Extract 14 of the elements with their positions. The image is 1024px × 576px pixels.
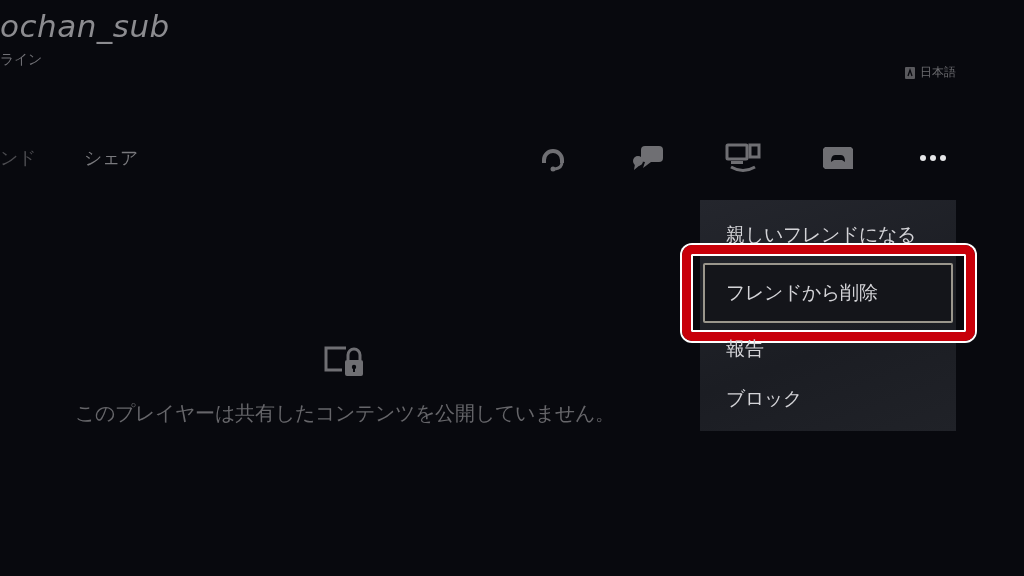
chat-bubbles-icon [631, 144, 665, 172]
gamepad-icon [822, 146, 854, 170]
online-status: ライン [0, 50, 43, 68]
language-label: 日本語 [920, 64, 956, 81]
menu-item[interactable]: フレンドから削除 [703, 263, 953, 323]
player-name: ochan_sub [0, 7, 170, 46]
more-icon [919, 154, 947, 162]
screen-share-icon [725, 142, 761, 174]
locked-screen-icon [324, 346, 366, 378]
menu-item[interactable]: 報告 [703, 324, 953, 374]
empty-message: このプレイヤーは共有したコンテンツを公開していません。 [75, 400, 615, 427]
profile-tab[interactable]: シェア [84, 146, 138, 170]
language-icon [905, 66, 915, 79]
menu-item[interactable]: ブロック [703, 374, 953, 424]
